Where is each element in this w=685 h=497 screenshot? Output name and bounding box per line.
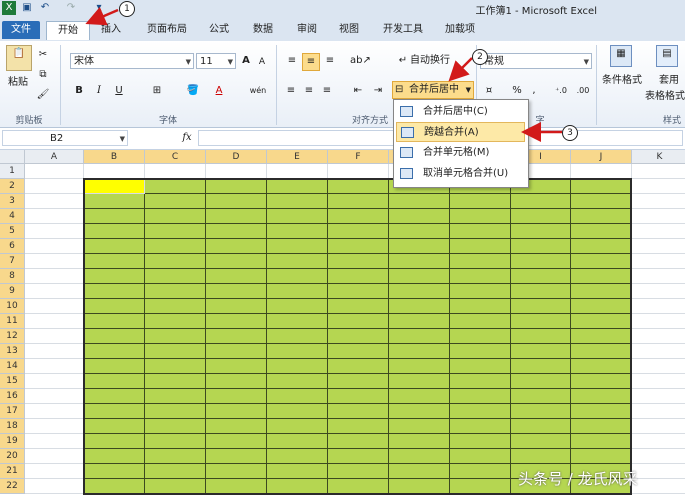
arrow-1 — [85, 6, 119, 26]
watermark-text: 头条号 / 龙氏风采 — [518, 470, 638, 488]
callout-badge-2: 2 — [472, 49, 488, 65]
callout-badge-3: 3 — [562, 125, 578, 141]
arrow-2 — [448, 57, 473, 82]
annotation-arrows — [85, 6, 562, 142]
callout-badge-1: 1 — [119, 1, 135, 17]
